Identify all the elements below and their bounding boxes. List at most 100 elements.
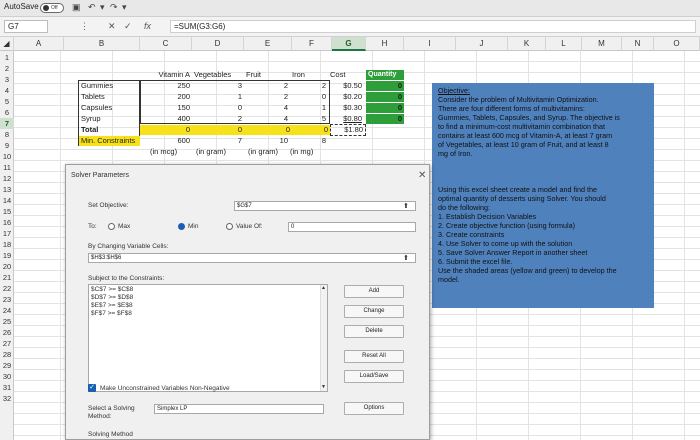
- column-header[interactable]: M: [582, 37, 622, 51]
- add-button[interactable]: Add: [344, 285, 404, 298]
- save-icon[interactable]: ▣: [72, 2, 81, 13]
- column-header[interactable]: L: [546, 37, 582, 51]
- column-header[interactable]: C: [140, 37, 192, 51]
- dialog-title: Solver Parameters: [71, 172, 129, 179]
- constraint-item[interactable]: $D$7 >= $D$8: [91, 294, 133, 301]
- constraints-list[interactable]: $C$7 >= $C$8 $D$7 >= $D$8 $E$7 >= $E$8 $…: [88, 284, 328, 392]
- solver-parameters-dialog: Solver Parameters ✕ Set Objective: $G$7 …: [65, 164, 430, 440]
- insert-function-icon[interactable]: fx: [144, 21, 151, 31]
- row-header[interactable]: 20: [0, 261, 14, 272]
- row-header[interactable]: 19: [0, 250, 14, 261]
- row-header[interactable]: 31: [0, 382, 14, 393]
- column-header[interactable]: H: [366, 37, 404, 51]
- solving-method-section-label: Solving Method: [88, 431, 133, 438]
- value-of-input[interactable]: 0: [288, 222, 416, 232]
- objective-line: Gummies, Tablets, Capsules, and Syrup. T…: [438, 113, 620, 122]
- reset-all-button[interactable]: Reset All: [344, 350, 404, 363]
- instruction-line: Use the shaded areas (yellow and green) …: [438, 266, 617, 275]
- column-header[interactable]: J: [456, 37, 508, 51]
- row-header[interactable]: 27: [0, 338, 14, 349]
- row-header[interactable]: 18: [0, 239, 14, 250]
- formula-bar-options-icon[interactable]: ⋮: [80, 21, 89, 32]
- constraints-scrollbar[interactable]: [320, 285, 327, 391]
- delete-button[interactable]: Delete: [344, 325, 404, 338]
- row-header[interactable]: 3: [0, 74, 14, 85]
- scroll-down-icon[interactable]: ▼: [321, 384, 326, 390]
- row-header[interactable]: 11: [0, 162, 14, 173]
- row-header[interactable]: 22: [0, 283, 14, 294]
- instruction-line: 5. Save Solver Answer Report in another …: [438, 248, 588, 257]
- objective-heading: Objective:: [438, 86, 470, 95]
- row-header[interactable]: 16: [0, 217, 14, 228]
- column-header[interactable]: N: [622, 37, 654, 51]
- row-header[interactable]: 26: [0, 327, 14, 338]
- row-header[interactable]: 1: [0, 52, 14, 63]
- min-radio[interactable]: [178, 223, 185, 230]
- undo-icon[interactable]: ↶: [88, 2, 96, 13]
- name-box[interactable]: G7: [4, 20, 48, 33]
- non-negative-label: Make Unconstrained Variables Non-Negativ…: [100, 385, 230, 392]
- change-button[interactable]: Change: [344, 305, 404, 318]
- load-save-button[interactable]: Load/Save: [344, 370, 404, 383]
- row-header[interactable]: 23: [0, 294, 14, 305]
- row-header[interactable]: 21: [0, 272, 14, 283]
- changing-cells-label: By Changing Variable Cells:: [88, 243, 169, 250]
- row-header[interactable]: 10: [0, 151, 14, 162]
- column-header[interactable]: O: [654, 37, 700, 51]
- solving-method-select[interactable]: Simplex LP: [154, 404, 324, 414]
- objective-collapse-icon[interactable]: ⬆: [403, 202, 409, 210]
- row-header[interactable]: 25: [0, 316, 14, 327]
- row-header[interactable]: 7: [0, 118, 14, 129]
- row-header[interactable]: 12: [0, 173, 14, 184]
- instruction-line: 1. Establish Decision Variables: [438, 212, 537, 221]
- row-header[interactable]: 6: [0, 107, 14, 118]
- row-header[interactable]: 8: [0, 129, 14, 140]
- non-negative-checkbox[interactable]: ✓: [88, 384, 96, 392]
- row-header[interactable]: 14: [0, 195, 14, 206]
- enter-icon[interactable]: ✓: [124, 21, 132, 32]
- column-header[interactable]: I: [404, 37, 456, 51]
- customize-toolbar-icon[interactable]: ▾: [122, 2, 127, 13]
- undo-dropdown-icon[interactable]: ▾: [100, 2, 105, 13]
- row-header[interactable]: 5: [0, 96, 14, 107]
- instruction-line: optimal quantity of desserts using Solve…: [438, 194, 606, 203]
- column-header[interactable]: K: [508, 37, 546, 51]
- autosave-toggle[interactable]: Off: [40, 3, 64, 13]
- row-header[interactable]: 32: [0, 393, 14, 404]
- row-header[interactable]: 13: [0, 184, 14, 195]
- objective-line: of Vegetables, at least 10 gram of Fruit…: [438, 140, 609, 149]
- row-header[interactable]: 30: [0, 371, 14, 382]
- constraint-item[interactable]: $E$7 >= $E$8: [91, 302, 133, 309]
- formula-input[interactable]: =SUM(G3:G6): [170, 20, 696, 33]
- row-header[interactable]: 29: [0, 360, 14, 371]
- column-header[interactable]: D: [192, 37, 244, 51]
- objective-input[interactable]: $G$7: [234, 201, 416, 211]
- scroll-up-icon[interactable]: ▲: [321, 285, 326, 291]
- redo-icon[interactable]: ↷: [110, 2, 118, 13]
- column-header[interactable]: B: [64, 37, 140, 51]
- instructions-panel: Objective: Consider the problem of Multi…: [432, 83, 654, 308]
- row-header[interactable]: 24: [0, 305, 14, 316]
- close-icon[interactable]: ✕: [418, 170, 426, 181]
- row-header[interactable]: 17: [0, 228, 14, 239]
- title-bar: AutoSave Off ▣ ↶ ▾ ↷ ▾: [0, 0, 700, 17]
- row-header[interactable]: 4: [0, 85, 14, 96]
- column-header[interactable]: G: [332, 37, 366, 51]
- changing-cells-input[interactable]: $H$3:$H$6: [88, 253, 416, 263]
- column-header[interactable]: A: [14, 37, 64, 51]
- cancel-icon[interactable]: ✕: [108, 21, 116, 32]
- row-header[interactable]: 2: [0, 63, 14, 74]
- column-header[interactable]: E: [244, 37, 292, 51]
- value-of-radio[interactable]: [226, 223, 233, 230]
- instruction-line: 2. Create objective function (using form…: [438, 221, 576, 230]
- row-header[interactable]: 9: [0, 140, 14, 151]
- column-header[interactable]: F: [292, 37, 332, 51]
- row-header[interactable]: 15: [0, 206, 14, 217]
- constraint-item[interactable]: $F$7 >= $F$8: [91, 310, 132, 317]
- changing-cells-collapse-icon[interactable]: ⬆: [403, 254, 409, 262]
- constraint-item[interactable]: $C$7 >= $C$8: [91, 286, 133, 293]
- row-header[interactable]: 28: [0, 349, 14, 360]
- select-all-corner[interactable]: ◢: [0, 37, 14, 51]
- max-radio[interactable]: [108, 223, 115, 230]
- options-button[interactable]: Options: [344, 402, 404, 415]
